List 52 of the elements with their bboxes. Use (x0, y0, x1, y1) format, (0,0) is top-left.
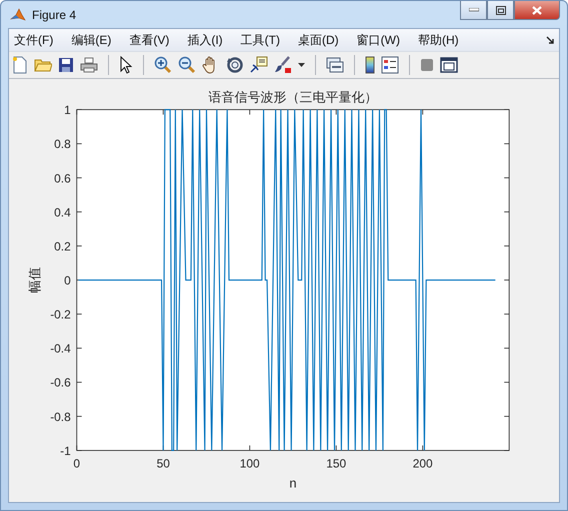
menu-item[interactable]: 窗口(W) (354, 30, 408, 50)
y-tick-label: 0.8 (54, 137, 71, 152)
y-tick-label: -0.4 (50, 342, 71, 356)
x-tick-label: 150 (326, 456, 346, 470)
brush-icon[interactable] (274, 56, 292, 74)
pointer-icon[interactable] (119, 56, 133, 74)
close-button[interactable] (514, 1, 560, 20)
window-icon[interactable] (440, 57, 458, 73)
menu-item[interactable]: 查看(V) (126, 30, 178, 50)
maximize-button[interactable] (487, 1, 514, 20)
peak-logo-icon (10, 6, 26, 22)
folder-icon[interactable] (34, 57, 52, 73)
y-tick-label: 1 (64, 103, 71, 118)
window-title: Figure 4 (32, 8, 76, 22)
menu-item[interactable]: 工具(T) (238, 30, 288, 50)
y-tick-label: -0.8 (50, 410, 71, 424)
rotate-icon[interactable] (226, 56, 244, 74)
x-tick-label: 200 (412, 456, 433, 470)
new-file-icon[interactable] (12, 56, 28, 74)
y-tick-label: -0.2 (50, 308, 71, 322)
legend-icon[interactable] (381, 56, 399, 74)
y-tick-label: 0.4 (54, 205, 71, 220)
x-tick-label: 50 (156, 456, 170, 470)
y-tick-label: -0.6 (50, 376, 71, 390)
y-axis-label: 幅值 (26, 267, 42, 294)
maximize-icon (496, 6, 506, 14)
printer-icon[interactable] (80, 57, 98, 73)
menu-item[interactable]: 编辑(E) (68, 30, 120, 50)
x-tick-label: 0 (73, 456, 80, 470)
dock-arrow-icon[interactable] (546, 36, 554, 44)
chart-title: 语音信号波形（三电平量化） (208, 90, 378, 105)
zoom-out-icon[interactable] (178, 56, 196, 74)
y-tick-label: 0 (64, 274, 71, 288)
y-tick-label: 0.6 (54, 171, 71, 186)
zoom-in-icon[interactable] (154, 56, 172, 74)
y-tick-label: -1 (60, 444, 71, 458)
y-tick-label: 0.2 (54, 239, 71, 254)
menu-item[interactable]: 帮助(H) (414, 30, 467, 50)
colorbar-icon[interactable] (365, 56, 375, 74)
link-icon[interactable] (326, 56, 344, 74)
square-icon[interactable] (420, 58, 434, 72)
x-axis-label: n (289, 475, 297, 490)
caret-icon[interactable] (298, 63, 305, 67)
minimize-button[interactable] (460, 1, 487, 20)
menu-item[interactable]: 文件(F) (11, 30, 62, 50)
x-tick-label: 100 (240, 456, 260, 470)
minimize-icon (468, 8, 478, 12)
close-icon (532, 6, 542, 14)
menu-item[interactable]: 桌面(D) (294, 30, 347, 50)
save-icon[interactable] (58, 57, 74, 73)
data-cursor-icon[interactable] (250, 56, 268, 74)
menu-item[interactable]: 插入(I) (184, 30, 231, 50)
